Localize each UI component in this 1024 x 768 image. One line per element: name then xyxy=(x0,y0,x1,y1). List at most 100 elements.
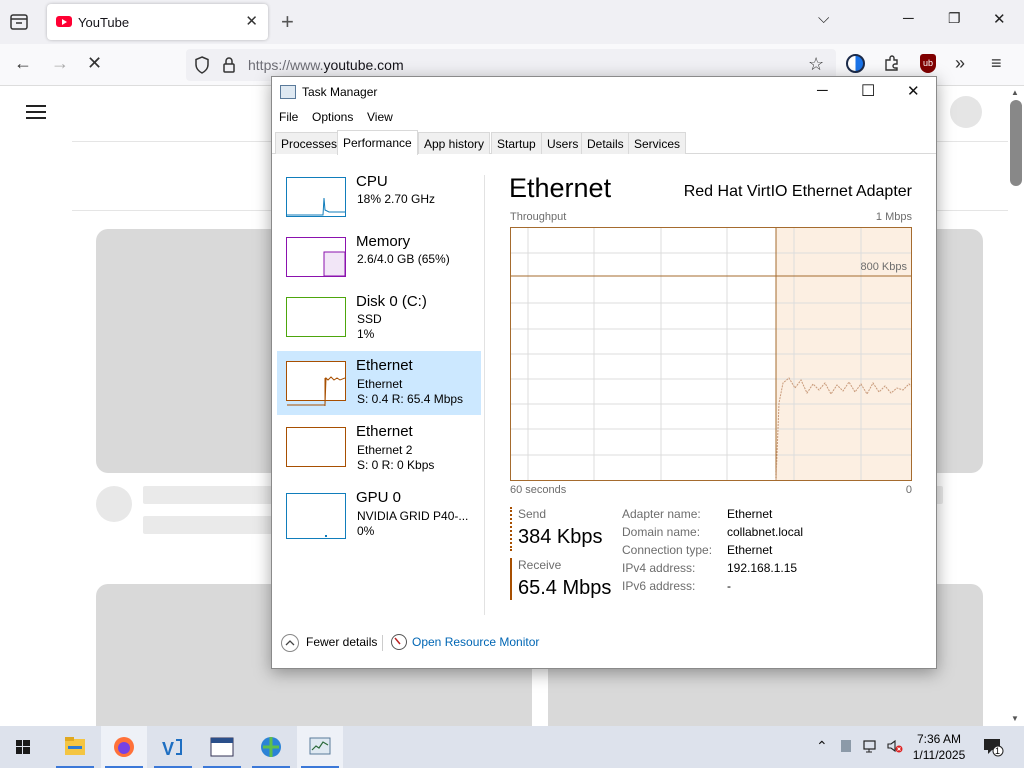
avatar-placeholder xyxy=(950,96,982,128)
chevron-up-icon[interactable] xyxy=(281,634,299,652)
disk-mini-graph xyxy=(286,297,346,337)
open-resource-monitor-link[interactable]: Open Resource Monitor xyxy=(412,635,539,649)
tab-users[interactable]: Users xyxy=(541,132,585,154)
firefox-taskbar-item[interactable] xyxy=(101,726,147,768)
max-scale-label: 1 Mbps xyxy=(875,211,912,223)
tab-list-icon[interactable] xyxy=(8,11,30,33)
close-icon[interactable]: ✕ xyxy=(907,82,920,100)
close-tab-icon[interactable]: ✕ xyxy=(245,12,258,30)
tray-app-icon[interactable] xyxy=(841,740,851,752)
network-icon[interactable] xyxy=(863,738,879,757)
guide-menu-icon[interactable] xyxy=(26,105,46,119)
receive-value: 65.4 Mbps xyxy=(518,577,612,599)
tab-processes[interactable]: Processes xyxy=(275,132,344,154)
sidebar-item-name: Memory xyxy=(356,233,411,250)
property-key: Connection type: xyxy=(622,543,713,557)
memory-mini-graph xyxy=(286,237,346,277)
network-app-taskbar-item[interactable] xyxy=(248,726,294,768)
property-key: IPv4 address: xyxy=(622,561,696,575)
sidebar-item-disk[interactable]: Disk 0 (C:) SSD 1% xyxy=(277,287,481,351)
sidebar-item-usage: 1% xyxy=(357,327,375,341)
resource-monitor-icon xyxy=(391,634,407,650)
cpu-mini-graph xyxy=(286,177,346,217)
minimize-icon[interactable]: ─ xyxy=(903,10,914,27)
restore-icon[interactable]: ❐ xyxy=(948,10,961,27)
tab-startup[interactable]: Startup xyxy=(491,132,542,154)
scroll-up-icon[interactable]: ▲ xyxy=(1011,88,1019,97)
stop-loading-icon[interactable]: ✕ xyxy=(87,53,102,74)
window-title: Task Manager xyxy=(302,85,378,99)
sidebar-item-detail: Ethernet xyxy=(357,377,403,391)
app-menu-icon[interactable]: ≡ xyxy=(991,53,1002,74)
detail-title: Ethernet xyxy=(509,173,612,203)
sidebar-item-name: Disk 0 (C:) xyxy=(356,293,427,310)
send-label: Send xyxy=(518,507,547,521)
browser-tab-bar: YouTube ✕ + ⌵ ─ ❐ ✕ xyxy=(0,0,1024,44)
tab-youtube[interactable]: YouTube ✕ xyxy=(47,4,268,40)
app-taskbar-item[interactable] xyxy=(199,726,245,768)
bookmark-star-icon[interactable]: ☆ xyxy=(808,54,824,75)
menu-view[interactable]: View xyxy=(367,110,393,124)
sidebar-item-gpu[interactable]: GPU 0 NVIDIA GRID P40-... 0% xyxy=(277,483,481,547)
taskbar: V ⌃ 7:36 AM 1/11/2025 1 xyxy=(0,726,1024,768)
sidebar-item-usage: 0% xyxy=(357,524,375,538)
tab-title: YouTube xyxy=(78,15,130,30)
send-legend-line xyxy=(510,507,512,551)
task-manager-window: Task Manager ─ ☐ ✕ File Options View Pro… xyxy=(271,76,937,669)
fewer-details-button[interactable]: Fewer details xyxy=(306,635,377,649)
sidebar-item-cpu[interactable]: CPU 18% 2.70 GHz xyxy=(277,167,481,231)
tab-performance[interactable]: Performance xyxy=(337,130,418,155)
clock[interactable]: 7:36 AM 1/11/2025 xyxy=(904,731,974,763)
url-text[interactable]: https://www.youtube.com xyxy=(248,57,404,73)
start-button[interactable] xyxy=(0,726,46,768)
property-key: Adapter name: xyxy=(622,507,701,521)
tab-app-history[interactable]: App history xyxy=(418,132,491,154)
tab-details[interactable]: Details xyxy=(581,132,630,154)
menu-file[interactable]: File xyxy=(279,110,298,124)
time-range-label: 60 seconds xyxy=(510,484,567,496)
receive-label: Receive xyxy=(518,558,562,572)
clock-date: 1/11/2025 xyxy=(912,748,966,762)
scrollbar-thumb[interactable] xyxy=(1010,100,1022,186)
throughput-graph: 800 Kbps xyxy=(510,227,912,481)
task-manager-title-bar[interactable]: Task Manager ─ ☐ ✕ xyxy=(272,77,936,107)
file-explorer-taskbar-item[interactable] xyxy=(52,726,98,768)
sidebar-item-detail: Ethernet 2 xyxy=(357,443,413,457)
sidebar-item-ethernet[interactable]: Ethernet Ethernet S: 0.4 R: 65.4 Mbps xyxy=(277,351,481,415)
task-manager-taskbar-item[interactable] xyxy=(297,726,343,768)
sidebar-item-detail: 2.6/4.0 GB (65%) xyxy=(357,252,450,266)
notifications-icon[interactable] xyxy=(982,736,1004,763)
dark-reader-icon[interactable] xyxy=(846,54,865,73)
sidebar-item-memory[interactable]: Memory 2.6/4.0 GB (65%) xyxy=(277,227,481,291)
lock-icon[interactable] xyxy=(222,56,236,79)
ublock-origin-icon[interactable]: ub xyxy=(920,54,936,73)
shield-icon[interactable] xyxy=(194,56,210,79)
tab-services[interactable]: Services xyxy=(628,132,687,154)
maximize-icon[interactable]: ☐ xyxy=(861,81,875,101)
show-hidden-icons-icon[interactable]: ⌃ xyxy=(816,738,828,755)
property-value: - xyxy=(727,579,731,593)
forward-icon[interactable]: → xyxy=(51,53,69,74)
extensions-icon[interactable] xyxy=(883,54,901,77)
sidebar-item-detail: SSD xyxy=(357,312,382,326)
page-scrollbar[interactable]: ▲ ▼ xyxy=(1008,86,1024,726)
minimize-icon[interactable]: ─ xyxy=(817,82,828,99)
property-value: Ethernet xyxy=(727,507,773,521)
ethernet2-mini-graph xyxy=(286,427,346,467)
sidebar-item-name: Ethernet xyxy=(356,423,413,440)
menu-options[interactable]: Options xyxy=(312,110,353,124)
volume-muted-icon[interactable] xyxy=(886,738,904,757)
back-icon[interactable]: ← xyxy=(14,53,32,74)
close-window-icon[interactable]: ✕ xyxy=(993,10,1006,28)
throughput-label: Throughput xyxy=(510,211,567,223)
property-value: 192.168.1.15 xyxy=(727,561,798,575)
scroll-down-icon[interactable]: ▼ xyxy=(1011,714,1019,723)
list-all-tabs-icon[interactable]: ⌵ xyxy=(818,10,829,27)
tab-strip: Processes Performance App history Startu… xyxy=(272,130,936,155)
sidebar-item-ethernet-2[interactable]: Ethernet Ethernet 2 S: 0 R: 0 Kbps xyxy=(277,417,481,481)
more-tools-icon[interactable]: » xyxy=(955,53,965,74)
new-tab-icon[interactable]: + xyxy=(281,9,294,35)
app-taskbar-item[interactable]: V xyxy=(150,726,196,768)
gpu-mini-graph xyxy=(286,493,346,539)
sidebar-item-name: CPU xyxy=(356,173,388,190)
